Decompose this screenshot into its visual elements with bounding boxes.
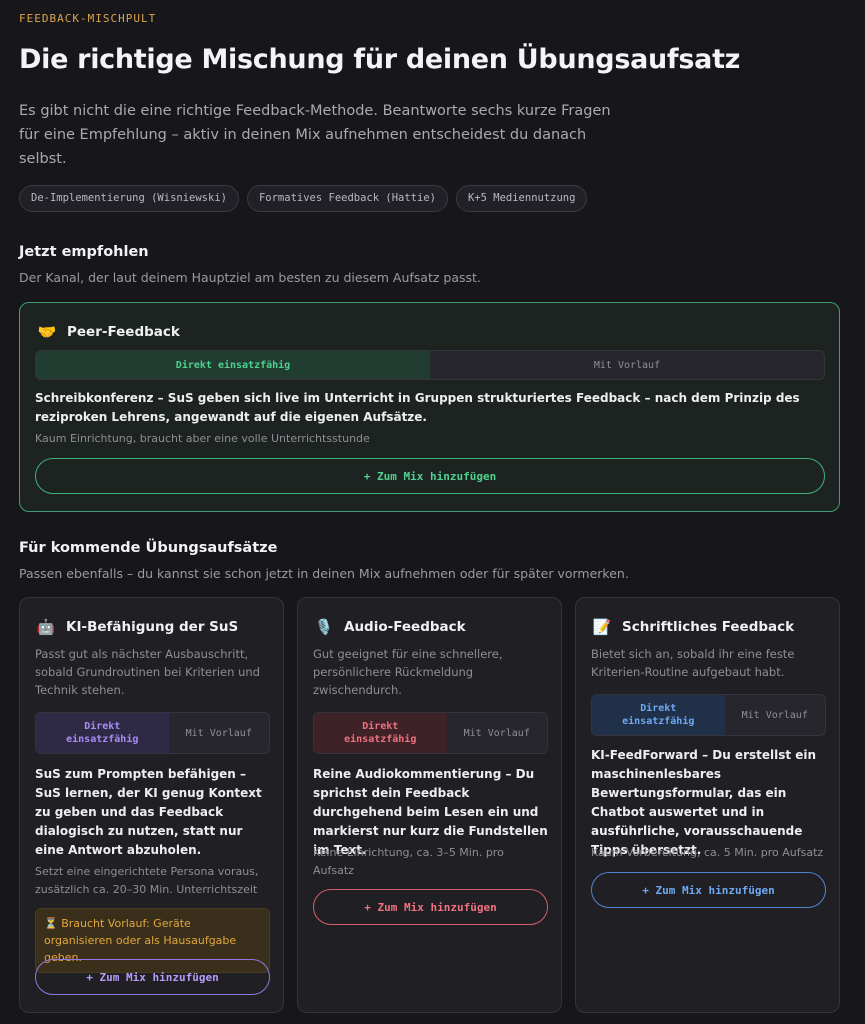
card-note: Kaum Vorbereitung, ca. 5 Min. pro Aufsat… xyxy=(591,846,824,859)
option-vorlauf[interactable]: Mit Vorlauf xyxy=(169,713,270,753)
eyebrow-label: FEEDBACK-MISCHPULT xyxy=(19,12,157,25)
card-ki-befaehigung: 🤖 KI-Befähigung der SuS Passt gut als nä… xyxy=(19,597,284,1013)
add-to-mix-button[interactable]: + Zum Mix hinzufügen xyxy=(313,889,548,925)
document-pencil-icon: 📝 xyxy=(592,618,612,636)
card-blurb: Bietet sich an, sobald ihr eine feste Kr… xyxy=(591,647,795,679)
intro-text: Es gibt nicht die eine richtige Feedback… xyxy=(19,103,611,167)
tag-mediennutzung: K+5 Mediennutzung xyxy=(455,185,588,212)
add-to-mix-button[interactable]: + Zum Mix hinzufügen xyxy=(35,458,825,494)
recommended-card-note: Kaum Einrichtung, braucht aber eine voll… xyxy=(35,432,370,445)
card-header: 📝 Schriftliches Feedback xyxy=(592,617,794,637)
card-blurb: Passt gut als nächster Ausbauschritt, so… xyxy=(35,647,260,697)
card-audio-feedback: 🎙️ Audio-Feedback Gut geeignet für eine … xyxy=(297,597,562,1013)
recommended-card-title: Peer-Feedback xyxy=(67,324,180,340)
page-title: Die richtige Mischung für deinen Übungsa… xyxy=(19,44,741,75)
recommended-card: 🤝 Peer-Feedback Direkt einsatzfähig Mit … xyxy=(19,302,840,512)
recommended-heading: Jetzt empfohlen xyxy=(19,244,149,260)
card-description: SuS zum Prompten befähigen – SuS lernen,… xyxy=(35,767,262,857)
option-vorlauf[interactable]: Mit Vorlauf xyxy=(447,713,548,753)
card-note: Setzt eine eingerichtete Persona voraus,… xyxy=(35,865,259,896)
readiness-toggle[interactable]: Direkt einsatzfähig Mit Vorlauf xyxy=(591,694,826,736)
option-vorlauf[interactable]: Mit Vorlauf xyxy=(725,695,826,735)
readiness-toggle[interactable]: Direkt einsatzfähig Mit Vorlauf xyxy=(313,712,548,754)
card-description: KI-FeedForward – Du erstellst ein maschi… xyxy=(591,748,817,857)
readiness-toggle[interactable]: Direkt einsatzfähig Mit Vorlauf xyxy=(35,712,270,754)
tag-formatives-feedback: Formatives Feedback (Hattie) xyxy=(246,185,448,212)
robot-icon: 🤖 xyxy=(36,618,56,636)
add-to-mix-button[interactable]: + Zum Mix hinzufügen xyxy=(35,959,270,995)
handshake-icon: 🤝 xyxy=(37,323,57,341)
recommended-card-header: 🤝 Peer-Feedback xyxy=(37,322,180,342)
add-to-mix-button[interactable]: + Zum Mix hinzufügen xyxy=(591,872,826,908)
upcoming-subheading: Passen ebenfalls – du kannst sie schon j… xyxy=(19,566,629,581)
tag-de-implementierung: De-Implementierung (Wisniewski) xyxy=(19,185,239,212)
readiness-toggle[interactable]: Direkt einsatzfähig Mit Vorlauf xyxy=(35,350,825,380)
option-vorlauf[interactable]: Mit Vorlauf xyxy=(430,351,824,379)
recommended-subheading: Der Kanal, der laut deinem Hauptziel am … xyxy=(19,270,481,285)
tag-list: De-Implementierung (Wisniewski) Formativ… xyxy=(19,185,588,212)
card-header: 🤖 KI-Befähigung der SuS xyxy=(36,617,239,637)
card-title: Audio-Feedback xyxy=(344,619,466,635)
card-title: Schriftliches Feedback xyxy=(622,619,795,635)
upcoming-heading: Für kommende Übungsaufsätze xyxy=(19,540,278,556)
microphone-icon: 🎙️ xyxy=(314,618,334,636)
card-title: KI-Befähigung der SuS xyxy=(66,619,239,635)
card-note: Keine Einrichtung, ca. 3–5 Min. pro Aufs… xyxy=(313,846,504,877)
recommended-card-description: Schreibkonferenz – SuS geben sich live i… xyxy=(35,391,800,424)
option-direkt[interactable]: Direkt einsatzfähig xyxy=(592,695,725,735)
card-blurb: Gut geeignet für eine schnellere, persön… xyxy=(313,647,503,697)
card-schriftliches-feedback: 📝 Schriftliches Feedback Bietet sich an,… xyxy=(575,597,840,1013)
card-header: 🎙️ Audio-Feedback xyxy=(314,617,466,637)
option-direkt[interactable]: Direkt einsatzfähig xyxy=(36,713,169,753)
option-direkt[interactable]: Direkt einsatzfähig xyxy=(36,351,430,379)
option-direkt[interactable]: Direkt einsatzfähig xyxy=(314,713,447,753)
